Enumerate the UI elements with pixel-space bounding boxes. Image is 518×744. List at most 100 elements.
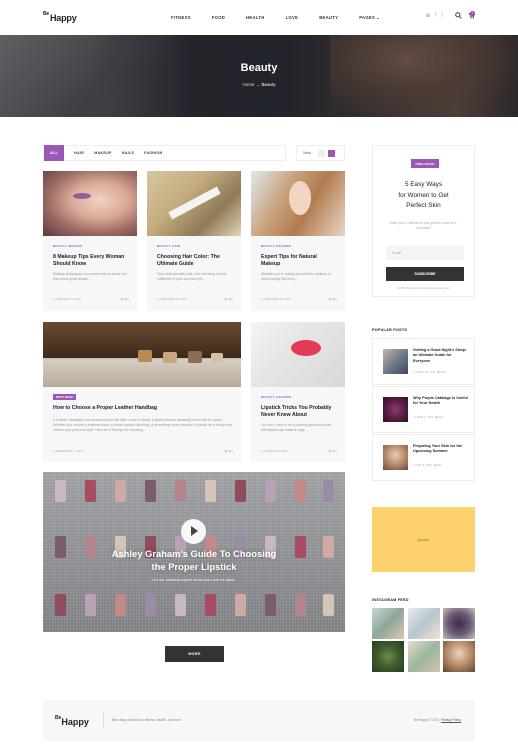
nav-item-health[interactable]: HEALTH: [246, 15, 264, 20]
lipstick-shape: [55, 594, 66, 616]
popular-post-item[interactable]: Getting a Good Night's Sleep: an Ultimat…: [372, 338, 475, 385]
bag-shape: [138, 350, 152, 362]
post-image[interactable]: [147, 171, 241, 236]
footer-logo-main: Happy: [61, 717, 89, 727]
twitter-icon[interactable]: t: [441, 13, 443, 19]
instagram-icon[interactable]: ◙: [426, 13, 430, 19]
popular-post-title[interactable]: Why Purple Cabbage Is Useful for Your He…: [413, 396, 468, 407]
video-title[interactable]: Ashley Graham's Guide To Choosing the Pr…: [43, 547, 345, 573]
post-title[interactable]: 8 Makeup Tips Every Woman Should Know: [53, 254, 129, 268]
post-meta: ◷ JANUARY 22, 2017 ◉ 228: [157, 297, 233, 301]
post-category[interactable]: BEAUTY, HAIR: [157, 244, 180, 248]
must-read-badge: MUST READ: [53, 394, 76, 400]
popular-post-title[interactable]: Getting a Good Night's Sleep: an Ultimat…: [413, 348, 468, 364]
lipstick-shape: [85, 480, 96, 502]
lipstick-shape: [205, 594, 216, 616]
post-date-text: JANUARY 3, 2017: [56, 297, 82, 301]
popular-posts-title: POPULAR POSTS: [372, 328, 408, 332]
subscribe-button[interactable]: SUBSCRIBE: [386, 267, 464, 281]
view-switcher: View: [296, 145, 345, 161]
post-card[interactable]: BEAUTY, FASHION Expert Tips for Natural …: [251, 171, 345, 311]
post-title[interactable]: How to Choose a Proper Leather Handbag: [53, 405, 233, 412]
instagram-photo[interactable]: [443, 608, 475, 639]
popular-post-date: APRIL 10, 2017: [416, 370, 436, 374]
footer-logo[interactable]: BeHappy: [55, 715, 89, 727]
free-offer-widget: FREE OFFER 5 Easy Ways for Women to Get …: [372, 145, 475, 297]
instagram-photo[interactable]: [443, 641, 475, 672]
post-title[interactable]: Lipstick Tricks You Probably Never Knew …: [261, 405, 337, 419]
post-category[interactable]: BEAUTY, MAKEUP: [53, 244, 82, 248]
google-ad-slot[interactable]: google: [372, 507, 475, 572]
post-date: ◷ JANUARY 3, 2017: [53, 297, 82, 301]
post-title[interactable]: Expert Tips for Natural Makeup: [261, 254, 337, 268]
privacy-policy-link[interactable]: Privacy Policy: [441, 718, 461, 722]
instagram-photo[interactable]: [408, 641, 440, 672]
popular-post-thumbnail[interactable]: [383, 397, 408, 422]
free-offer-badge: FREE OFFER: [411, 159, 439, 168]
post-date: ◷ MARCH 22, 2017: [261, 449, 288, 453]
filter-makeup[interactable]: MAKEUP: [94, 151, 112, 155]
post-views-count: 323: [331, 297, 337, 301]
filter-nails[interactable]: NAILS: [122, 151, 134, 155]
post-meta: ◷ JANUARY 3, 2017 ◉ 324: [53, 297, 129, 301]
nav-item-love[interactable]: LOVE: [286, 15, 299, 20]
post-views-count: 424: [227, 449, 233, 453]
filter-all[interactable]: ALL: [44, 145, 64, 161]
instagram-photo[interactable]: [408, 608, 440, 639]
email-field[interactable]: E-mail: [386, 246, 464, 260]
popular-post-meta: ◷ MAY 9, 2017 ◉ 324: [413, 463, 442, 467]
popular-post-item[interactable]: Preparing Your Skin for the Upcoming Sum…: [372, 434, 475, 481]
post-image[interactable]: [251, 322, 345, 387]
offer-heading: 5 Easy Ways for Women to Get Perfect Ski…: [381, 180, 466, 212]
post-views-count: 378: [331, 449, 337, 453]
post-views: ◉ 424: [224, 449, 233, 453]
post-image[interactable]: [251, 171, 345, 236]
offer-heading-line: Perfect Skin: [406, 202, 441, 209]
post-image[interactable]: [43, 322, 241, 387]
page-title: Beauty: [240, 62, 278, 74]
post-image[interactable]: [43, 171, 137, 236]
post-category[interactable]: BEAUTY, FASHION: [261, 244, 291, 248]
instagram-photo[interactable]: [372, 641, 404, 672]
post-views: ◉ 324: [120, 297, 129, 301]
nav-item-fitness[interactable]: FITNESS: [171, 15, 191, 20]
breadcrumb-home[interactable]: Home: [242, 82, 254, 87]
search-icon[interactable]: [455, 12, 462, 19]
more-button[interactable]: MORE: [165, 646, 224, 662]
post-date-text: FEBRUARY 1, 2017: [56, 449, 84, 453]
post-card[interactable]: BEAUTY, HAIR Choosing Hair Color: The Ul…: [147, 171, 241, 311]
lipstick-shape: [145, 594, 156, 616]
popular-post-item[interactable]: Why Purple Cabbage Is Useful for Your He…: [372, 386, 475, 433]
video-title-line-1: Ashley Graham's Guide To Choosing: [111, 548, 277, 559]
post-card[interactable]: BEAUTY, FASHION Lipstick Tricks You Prob…: [251, 322, 345, 462]
nav-item-pages[interactable]: PAGES⌄: [359, 15, 380, 20]
post-card-featured[interactable]: MUST READ How to Choose a Proper Leather…: [43, 322, 241, 462]
featured-video[interactable]: Ashley Graham's Guide To Choosing the Pr…: [43, 472, 345, 632]
chevron-down-icon: ⌄: [376, 15, 380, 20]
popular-post-date: JUNE 5, 2017: [416, 415, 434, 419]
lipstick-shape: [85, 594, 96, 616]
list-view-icon[interactable]: [318, 149, 326, 157]
nav-item-food[interactable]: FOOD: [212, 15, 225, 20]
post-category[interactable]: BEAUTY, FASHION: [261, 395, 291, 399]
filter-hair[interactable]: HAIR: [74, 151, 84, 155]
lipstick-shape: [115, 480, 126, 502]
lipstick-shape: [323, 594, 334, 616]
nav-item-beauty[interactable]: BEAUTY: [319, 15, 338, 20]
lips-shape: [291, 340, 321, 356]
lipstick-shape: [295, 480, 306, 502]
popular-post-thumbnail[interactable]: [383, 445, 408, 470]
popular-post-thumbnail[interactable]: [383, 349, 408, 374]
facebook-icon[interactable]: f: [435, 13, 437, 19]
post-title[interactable]: Choosing Hair Color: The Ultimate Guide: [157, 254, 233, 268]
lipstick-shape: [295, 594, 306, 616]
instagram-photo[interactable]: [372, 608, 404, 639]
filter-fashion[interactable]: FASHION: [144, 151, 162, 155]
site-header: BeHappy FITNESS FOOD HEALTH LOVE BEAUTY …: [0, 0, 518, 35]
popular-post-title[interactable]: Preparing Your Skin for the Upcoming Sum…: [413, 444, 468, 455]
play-icon[interactable]: [181, 519, 206, 544]
site-logo[interactable]: BeHappy: [43, 11, 77, 23]
post-views-count: 228: [227, 297, 233, 301]
post-card[interactable]: BEAUTY, MAKEUP 8 Makeup Tips Every Woman…: [43, 171, 137, 311]
grid-view-icon[interactable]: [328, 149, 336, 157]
